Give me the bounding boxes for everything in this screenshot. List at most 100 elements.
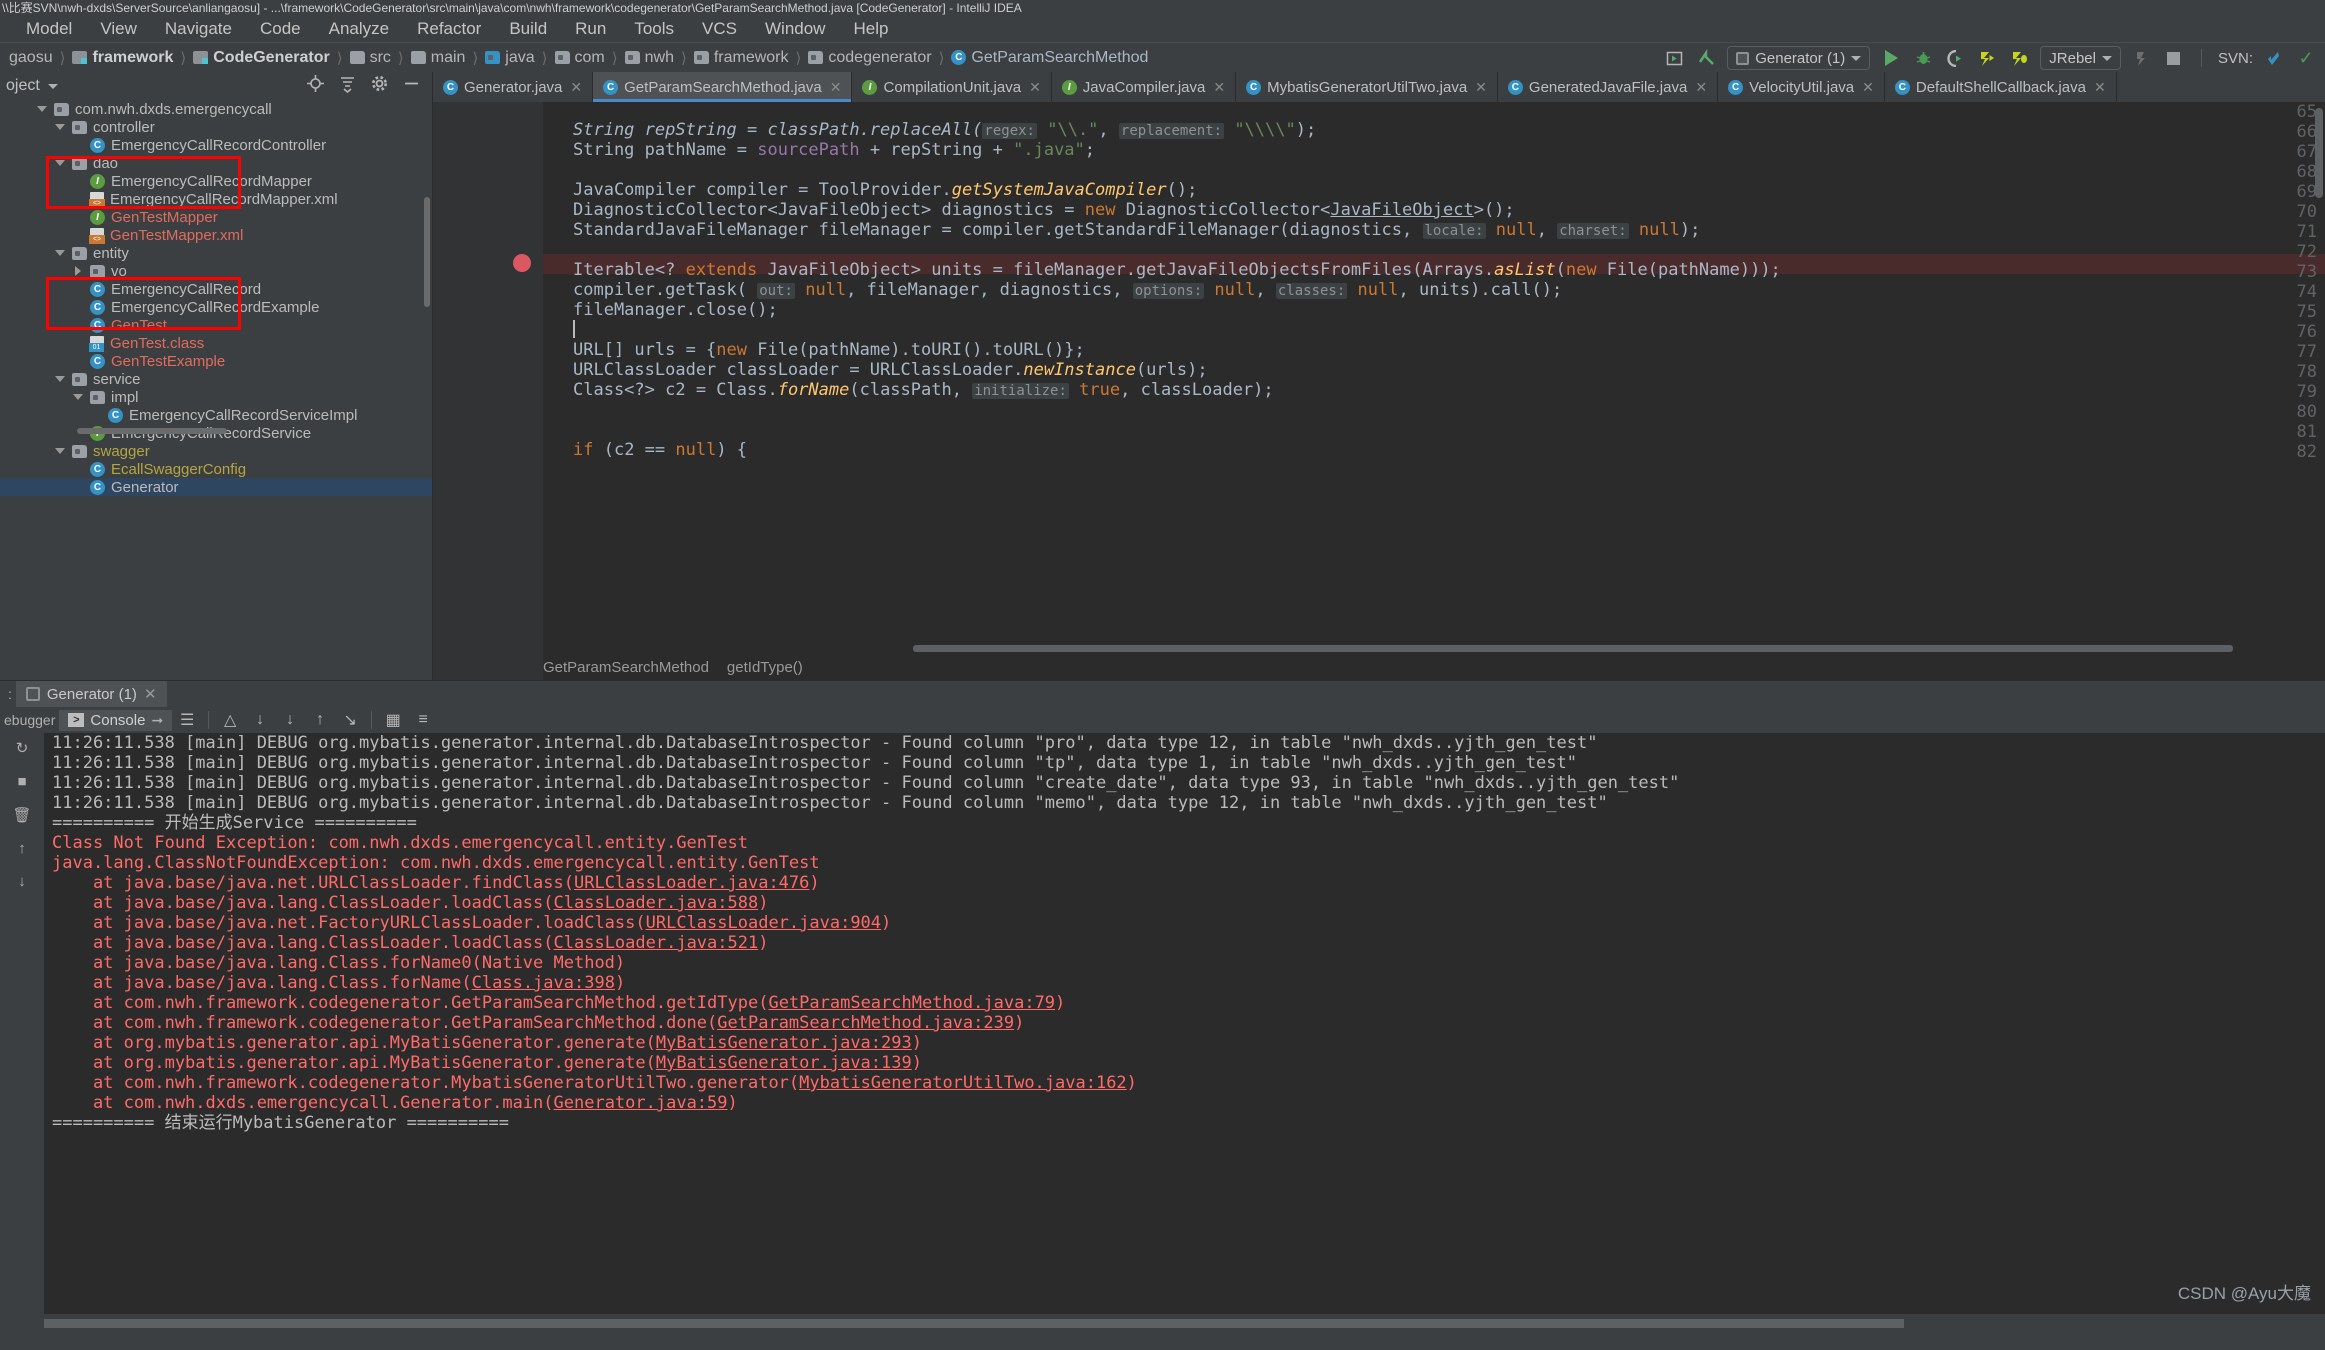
close-icon[interactable]: ✕ <box>1213 79 1225 96</box>
editor-tab-mybatisgeneratorutiltwo-java[interactable]: C MybatisGeneratorUtilTwo.java ✕ <box>1236 72 1498 102</box>
breadcrumb-item-codegenerator-pkg[interactable]: codegenerator <box>803 49 936 67</box>
menu-item-view[interactable]: View <box>88 17 149 41</box>
breadcrumb-item-src[interactable]: src <box>345 49 396 67</box>
stacktrace-link[interactable]: URLClassLoader.java:476 <box>574 873 809 893</box>
close-icon[interactable]: ✕ <box>1475 79 1487 96</box>
tree-node-emergencycallrecordmapper[interactable]: I EmergencyCallRecordMapper <box>0 172 432 190</box>
editor-gutter[interactable] <box>433 102 543 680</box>
tree-right-arrow-icon[interactable] <box>72 265 84 277</box>
scroll-up-icon[interactable]: △ <box>215 709 245 731</box>
jump-to-source-icon[interactable]: ↘ <box>335 709 365 731</box>
breadcrumb-item-com[interactable]: com <box>550 49 610 67</box>
debugger-tab-label[interactable]: ebugger <box>0 712 59 728</box>
hide-icon[interactable] <box>402 74 420 98</box>
run-button[interactable] <box>1880 47 1902 69</box>
pin-icon[interactable]: ➞ <box>151 712 163 729</box>
editor-tab-generatedjavafile-java[interactable]: C GeneratedJavaFile.java ✕ <box>1498 72 1719 102</box>
tree-node-swagger[interactable]: swagger <box>0 442 432 460</box>
menu-item-help[interactable]: Help <box>841 17 900 41</box>
soft-wrap-icon[interactable]: ☰ <box>172 709 202 731</box>
tree-down-arrow-icon[interactable] <box>36 103 48 115</box>
svn-update-icon[interactable] <box>2263 47 2285 69</box>
editor-breadcrumb-class[interactable]: GetParamSearchMethod <box>543 659 709 676</box>
svn-commit-icon[interactable]: ✓ <box>2295 47 2317 69</box>
tree-node-emergencycallrecordserviceimpl[interactable]: C EmergencyCallRecordServiceImpl <box>0 406 432 424</box>
tree-node-gentest[interactable]: C GenTest <box>0 316 432 334</box>
tree-down-arrow-icon[interactable] <box>54 445 66 457</box>
trash-icon[interactable]: 🗑 <box>12 806 31 824</box>
menu-item-run[interactable]: Run <box>563 17 618 41</box>
editor-tab-generator-java[interactable]: C Generator.java ✕ <box>433 72 594 102</box>
debug-button[interactable] <box>1912 47 1934 69</box>
tree-down-arrow-icon[interactable] <box>54 373 66 385</box>
tree-node-service[interactable]: service <box>0 370 432 388</box>
menu-item-refactor[interactable]: Refactor <box>405 17 493 41</box>
editor-tab-velocityutil-java[interactable]: C VelocityUtil.java ✕ <box>1718 72 1885 102</box>
tree-down-arrow-icon[interactable] <box>72 391 84 403</box>
editor-tab-defaultshellcallback-java[interactable]: C DefaultShellCallback.java ✕ <box>1885 72 2117 102</box>
scroll-to-top-icon[interactable]: ↑ <box>305 709 335 731</box>
scroll-down-icon[interactable]: ↓ <box>245 709 275 731</box>
down-icon[interactable]: ↓ <box>18 873 26 890</box>
stacktrace-link[interactable]: ClassLoader.java:521 <box>554 933 759 953</box>
stop-icon[interactable]: ■ <box>17 773 26 790</box>
breadcrumb-item-codegenerator[interactable]: CodeGenerator <box>188 49 334 67</box>
menu-item-tools[interactable]: Tools <box>622 17 686 41</box>
tree-node-gentestexample[interactable]: C GenTestExample <box>0 352 432 370</box>
jrebel-debug-button[interactable] <box>2008 47 2030 69</box>
tree-node-gentest-class[interactable]: GenTest.class <box>0 334 432 352</box>
stacktrace-link[interactable]: URLClassLoader.java:904 <box>646 913 881 933</box>
menu-item-model[interactable]: Model <box>14 17 84 41</box>
menu-item-code[interactable]: Code <box>248 17 313 41</box>
settings-icon[interactable]: ≡ <box>408 709 438 731</box>
breakpoint-icon[interactable] <box>513 254 531 272</box>
close-icon[interactable]: ✕ <box>570 79 582 96</box>
stacktrace-link[interactable]: GetParamSearchMethod.java:79 <box>768 993 1055 1013</box>
breadcrumb-item-getparamsearchmethod[interactable]: C GetParamSearchMethod <box>946 49 1153 67</box>
code-content[interactable]: String repString = classPath.replaceAll(… <box>543 102 2325 680</box>
scroll-to-end-icon[interactable]: ↓ <box>275 709 305 731</box>
vcs-update-icon[interactable] <box>1695 47 1717 69</box>
stacktrace-link[interactable]: Class.java:398 <box>472 973 615 993</box>
attach-profiler-icon[interactable] <box>2131 47 2153 69</box>
jrebel-run-button[interactable] <box>1976 47 1998 69</box>
stacktrace-link[interactable]: MyBatisGenerator.java:139 <box>656 1053 912 1073</box>
run-configuration-selector[interactable]: Generator (1) <box>1727 46 1871 70</box>
tree-node-ecallswaggerconfig[interactable]: C EcallSwaggerConfig <box>0 460 432 478</box>
stacktrace-link[interactable]: Generator.java:59 <box>554 1093 728 1113</box>
menu-item-analyze[interactable]: Analyze <box>317 17 401 41</box>
project-hscrollbar[interactable] <box>77 428 227 434</box>
rerun-icon[interactable]: ↻ <box>16 739 29 757</box>
editor-tab-javacompiler-java[interactable]: I JavaCompiler.java ✕ <box>1052 72 1237 102</box>
close-icon[interactable]: ✕ <box>1029 79 1041 96</box>
tree-down-arrow-icon[interactable] <box>54 121 66 133</box>
run-with-coverage-button[interactable] <box>1944 47 1966 69</box>
tree-down-arrow-icon[interactable] <box>54 247 66 259</box>
close-icon[interactable]: ✕ <box>2094 79 2106 96</box>
breadcrumb-item-java[interactable]: java <box>480 49 539 67</box>
up-icon[interactable]: ↑ <box>18 840 26 857</box>
tree-node-generator[interactable]: C Generator <box>0 478 432 496</box>
stacktrace-link[interactable]: GetParamSearchMethod.java:239 <box>717 1013 1014 1033</box>
close-icon[interactable]: ✕ <box>1695 79 1707 96</box>
tree-node-entity[interactable]: entity <box>0 244 432 262</box>
stacktrace-link[interactable]: ClassLoader.java:588 <box>554 893 759 913</box>
breadcrumb-item-framework[interactable]: framework <box>67 49 178 67</box>
close-icon[interactable]: ✕ <box>830 79 842 96</box>
tree-node-gentestmapper[interactable]: I GenTestMapper <box>0 208 432 226</box>
menu-item-build[interactable]: Build <box>497 17 559 41</box>
tree-node-emergencycallrecord[interactable]: C EmergencyCallRecord <box>0 280 432 298</box>
print-icon[interactable]: ▦ <box>378 709 408 731</box>
collapse-all-icon[interactable] <box>338 74 356 98</box>
tree-node-controller[interactable]: controller <box>0 118 432 136</box>
editor-horizontal-scrollbar[interactable] <box>913 645 2233 652</box>
tree-node-dao[interactable]: dao <box>0 154 432 172</box>
tree-node-emergencycallrecordmapper-xml[interactable]: EmergencyCallRecordMapper.xml <box>0 190 432 208</box>
tree-node-gentestmapper-xml[interactable]: GenTestMapper.xml <box>0 226 432 244</box>
menu-item-navigate[interactable]: Navigate <box>153 17 244 41</box>
chevron-down-icon[interactable] <box>47 83 58 89</box>
stacktrace-link[interactable]: MyBatisGenerator.java:293 <box>656 1033 912 1053</box>
console-tab[interactable]: > Console ➞ <box>59 709 173 731</box>
run-tab-generator[interactable]: Generator (1) ✕ <box>15 681 167 707</box>
project-scrollbar[interactable] <box>424 197 430 307</box>
